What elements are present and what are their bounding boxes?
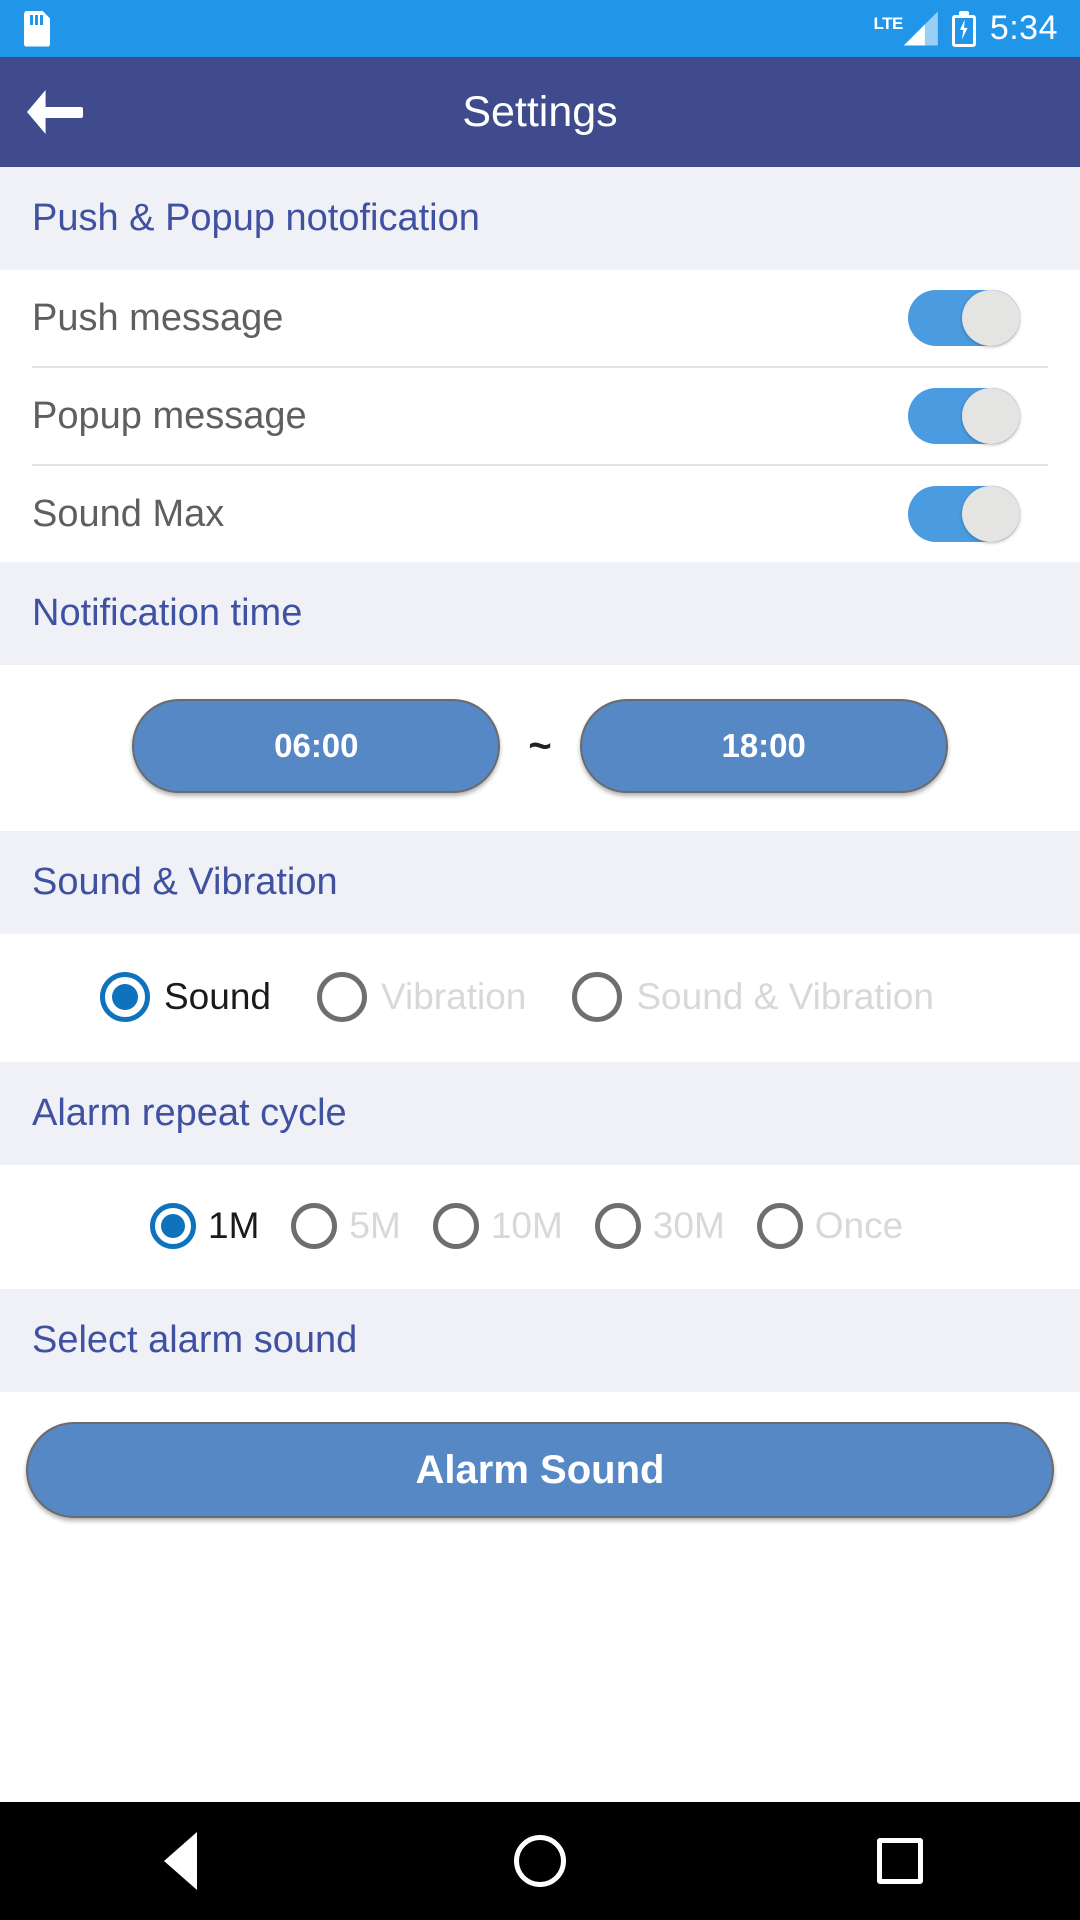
radio-icon-sound <box>100 972 150 1022</box>
status-bar-right: LTE 5:34 <box>873 9 1058 48</box>
radio-label-30m: 30M <box>652 1205 725 1246</box>
nav-recents-icon <box>877 1838 923 1884</box>
notification-time-row: 06:00 ~ 18:00 <box>0 665 1080 831</box>
back-arrow-icon <box>27 90 83 134</box>
radio-icon-5m <box>291 1203 338 1249</box>
radio-option-1m[interactable]: 1M <box>150 1203 259 1249</box>
status-bar-clock: 5:34 <box>989 9 1058 47</box>
nav-home-icon <box>514 1835 566 1887</box>
end-time-button[interactable]: 18:00 <box>579 699 948 793</box>
network-type-label: LTE <box>873 13 903 33</box>
radio-icon-vibration <box>317 972 367 1022</box>
section-header-notification-time: Notification time <box>0 562 1080 665</box>
settings-content: Push & Popup notofication Push message P… <box>0 167 1080 1802</box>
status-bar: LTE 5:34 <box>0 0 1080 57</box>
time-range-separator: ~ <box>528 723 552 768</box>
section-header-push-popup: Push & Popup notofication <box>0 167 1080 270</box>
toggle-popup-message[interactable] <box>908 388 1020 444</box>
nav-back-button[interactable] <box>90 1802 270 1920</box>
alarm-sound-button-container: Alarm Sound <box>0 1392 1080 1558</box>
setting-label-sound-max: Sound Max <box>32 492 225 535</box>
section-header-select-alarm-sound: Select alarm sound <box>0 1289 1080 1392</box>
radio-label-sound-and-vibration: Sound & Vibration <box>636 976 934 1017</box>
radio-icon-once <box>756 1203 803 1249</box>
page-title: Settings <box>462 87 618 136</box>
setting-row-sound-max[interactable]: Sound Max <box>0 466 1080 562</box>
nav-back-icon <box>163 1832 197 1890</box>
app-bar: Settings <box>0 57 1080 167</box>
status-bar-left <box>24 10 50 47</box>
nav-home-button[interactable] <box>450 1802 630 1920</box>
radio-icon-30m <box>594 1203 641 1249</box>
toggle-sound-max[interactable] <box>908 486 1020 542</box>
radio-option-sound[interactable]: Sound <box>100 972 271 1022</box>
setting-label-popup-message: Popup message <box>32 394 307 437</box>
toggle-push-message[interactable] <box>908 290 1020 346</box>
sd-card-icon <box>24 10 50 47</box>
radio-label-1m: 1M <box>208 1205 260 1246</box>
setting-row-push-message[interactable]: Push message <box>0 270 1080 366</box>
start-time-button[interactable]: 06:00 <box>132 699 501 793</box>
radio-label-sound: Sound <box>164 976 271 1017</box>
alarm-repeat-radio-group: 1M 5M 10M 30M Once <box>0 1165 1080 1289</box>
radio-label-once: Once <box>814 1205 904 1246</box>
radio-icon-10m <box>432 1203 479 1249</box>
radio-option-vibration[interactable]: Vibration <box>317 972 526 1022</box>
radio-icon-1m <box>150 1203 196 1249</box>
alarm-sound-button[interactable]: Alarm Sound <box>26 1422 1054 1518</box>
battery-charging-icon <box>951 10 976 47</box>
radio-label-5m: 5M <box>349 1205 401 1246</box>
nav-recents-button[interactable] <box>810 1802 990 1920</box>
radio-option-10m[interactable]: 10M <box>432 1203 563 1249</box>
setting-row-popup-message[interactable]: Popup message <box>0 368 1080 464</box>
radio-option-30m[interactable]: 30M <box>594 1203 725 1249</box>
radio-label-vibration: Vibration <box>381 976 527 1017</box>
radio-icon-sound-and-vibration <box>572 972 623 1022</box>
section-header-sound-vibration: Sound & Vibration <box>0 831 1080 934</box>
android-nav-bar <box>0 1802 1080 1920</box>
sound-vibration-radio-group: Sound Vibration Sound & Vibration <box>0 934 1080 1062</box>
radio-option-5m[interactable]: 5M <box>291 1203 401 1249</box>
signal-bars-icon: LTE <box>873 11 938 46</box>
section-header-alarm-repeat-cycle: Alarm repeat cycle <box>0 1062 1080 1165</box>
back-button[interactable] <box>0 57 110 167</box>
radio-option-sound-and-vibration[interactable]: Sound & Vibration <box>572 972 934 1022</box>
radio-option-once[interactable]: Once <box>756 1203 904 1249</box>
radio-label-10m: 10M <box>490 1205 563 1246</box>
setting-label-push-message: Push message <box>32 296 284 339</box>
